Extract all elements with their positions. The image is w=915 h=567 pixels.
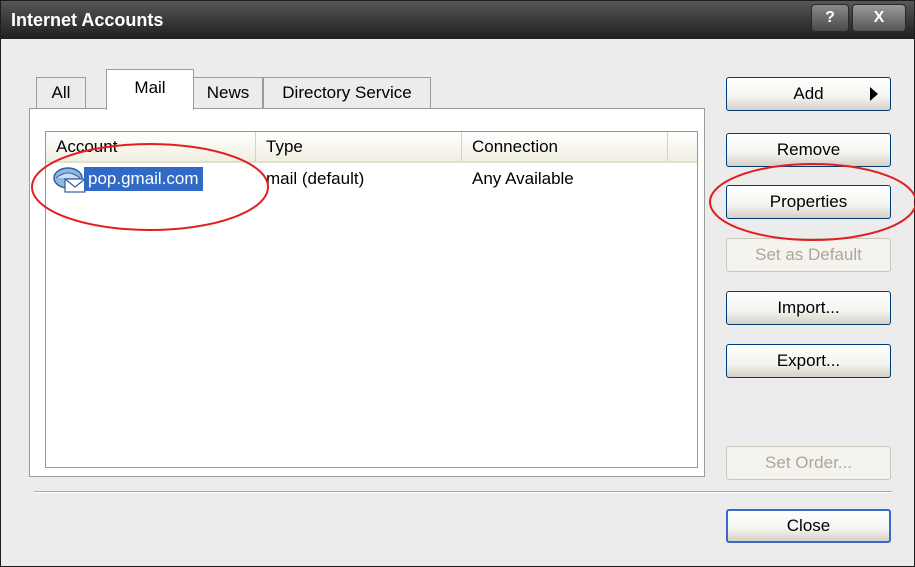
divider	[34, 491, 892, 493]
add-button-label: Add	[793, 84, 824, 103]
remove-button-label: Remove	[776, 140, 841, 159]
accounts-list[interactable]: Account Type Connection pop.gmail.com ma…	[45, 131, 698, 468]
window-title: Internet Accounts	[11, 10, 164, 30]
add-button[interactable]: Add	[726, 77, 891, 111]
properties-button-label: Properties	[769, 192, 848, 211]
set-order-button[interactable]: Set Order...	[726, 446, 891, 480]
column-header-connection[interactable]: Connection	[462, 132, 668, 161]
tab-all[interactable]: All	[36, 77, 86, 108]
close-button[interactable]: Close	[726, 509, 891, 543]
tab-directory-service-label: Directory Service	[282, 83, 412, 102]
import-button-label: Import...	[777, 298, 840, 317]
mail-tab-page: Account Type Connection pop.gmail.com ma…	[29, 108, 705, 477]
export-button-label: Export...	[776, 351, 841, 370]
remove-button[interactable]: Remove	[726, 133, 891, 167]
tab-news-label: News	[206, 83, 250, 102]
arrow-right-icon	[870, 87, 878, 101]
tab-all-label: All	[51, 83, 71, 102]
title-bar[interactable]: Internet Accounts ? X	[1, 1, 914, 39]
list-header: Account Type Connection	[46, 132, 697, 163]
properties-button[interactable]: Properties	[726, 185, 891, 219]
set-order-button-label: Set Order...	[765, 453, 852, 472]
tab-news[interactable]: News	[193, 77, 263, 108]
column-header-account[interactable]: Account	[46, 132, 256, 161]
tab-directory-service[interactable]: Directory Service	[263, 77, 431, 108]
close-window-button[interactable]: X	[852, 4, 906, 32]
import-button[interactable]: Import...	[726, 291, 891, 325]
caption-buttons: ? X	[811, 4, 906, 32]
account-type: mail (default)	[266, 169, 365, 188]
column-header-type[interactable]: Type	[256, 132, 462, 161]
list-item[interactable]: pop.gmail.com mail (default) Any Availab…	[46, 164, 697, 194]
tab-mail[interactable]: Mail	[106, 69, 194, 110]
close-button-label: Close	[786, 516, 831, 535]
set-as-default-button-label: Set as Default	[755, 245, 862, 264]
account-name: pop.gmail.com	[84, 167, 203, 191]
account-connection: Any Available	[472, 169, 574, 188]
export-button[interactable]: Export...	[726, 344, 891, 378]
internet-accounts-dialog: Internet Accounts ? X All Mail News Dire…	[0, 0, 915, 567]
set-as-default-button[interactable]: Set as Default	[726, 238, 891, 272]
tab-mail-label: Mail	[134, 78, 166, 97]
help-button[interactable]: ?	[811, 4, 849, 32]
account-name-cell: pop.gmail.com	[80, 164, 203, 194]
